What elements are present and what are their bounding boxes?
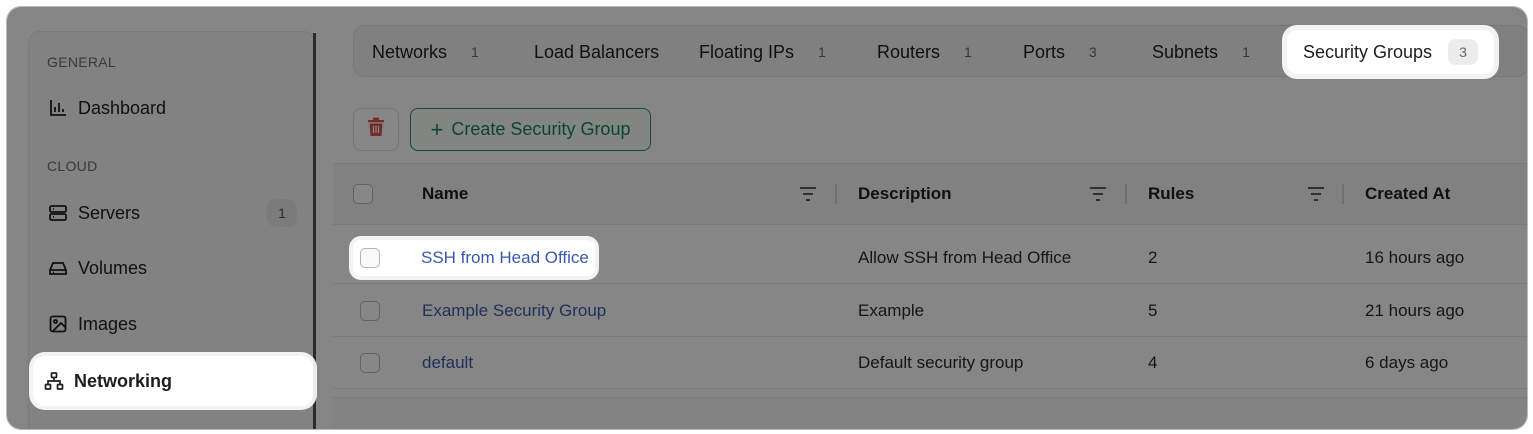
trash-icon [367,117,385,142]
tab-label: Routers [877,41,941,62]
row-checkbox[interactable] [360,248,380,268]
column-divider[interactable] [1342,184,1344,204]
table-row[interactable]: SSH from Head Office Allow SSH from Head… [333,232,1527,284]
tab-label: Security Groups [1303,41,1433,62]
tab-routers[interactable]: Routers 1 [877,26,972,78]
plus-icon: + [430,116,444,142]
tab-count: 3 [1448,39,1479,65]
security-group-name-link[interactable]: Example Security Group [422,285,606,337]
tab-floating-ips[interactable]: Floating IPs 1 [699,26,826,78]
tab-label: Floating IPs [699,41,795,62]
column-header-rules[interactable]: Rules [1148,164,1194,224]
sidebar-item-dashboard[interactable]: Dashboard [37,87,307,129]
table-row[interactable]: default Default security group 4 6 days … [333,337,1527,389]
create-security-group-button[interactable]: + Create Security Group [410,108,651,151]
sidebar-item-label: Volumes [78,257,148,278]
filter-icon[interactable] [799,186,817,202]
tab-label: Subnets [1152,41,1219,62]
column-header-description[interactable]: Description [858,164,952,224]
created-at-cell: 16 hours ago [1365,248,1465,267]
sidebar-item-servers[interactable]: Servers 1 [37,192,307,234]
rules-cell: 2 [1148,248,1158,267]
table-row[interactable]: Example Security Group Example 5 21 hour… [333,285,1527,337]
tab-ports[interactable]: Ports 3 [1023,26,1097,78]
section-label-cloud: CLOUD [47,158,98,174]
delete-button[interactable] [353,108,399,151]
network-icon [44,371,64,391]
tab-subnets[interactable]: Subnets 1 [1152,26,1250,78]
security-group-name-link[interactable]: SSH from Head Office [421,240,589,276]
table-footer [333,397,1527,429]
sidebar-item-label: Images [78,313,138,334]
row-checkbox[interactable] [360,301,380,321]
select-all-checkbox[interactable] [353,184,373,204]
tab-load-balancers[interactable]: Load Balancers [534,26,659,78]
sidebar: GENERAL Dashboard CLOUD Servers 1 Volume… [7,7,333,429]
column-divider[interactable] [1125,184,1127,204]
create-button-label: Create Security Group [451,119,631,139]
image-icon [48,314,68,334]
description-cell: Allow SSH from Head Office [858,248,1072,267]
sidebar-item-volumes[interactable]: Volumes [37,247,307,289]
description-cell: Example [858,301,925,320]
created-at-cell: 21 hours ago [1365,301,1465,320]
security-group-name-link[interactable]: default [422,337,473,389]
tab-label: Load Balancers [534,41,660,62]
app-window: GENERAL Dashboard CLOUD Servers 1 Volume… [7,7,1527,429]
column-header-name[interactable]: Name [422,164,468,224]
tab-label: Networks [372,41,448,62]
sidebar-item-label: Dashboard [78,97,167,118]
row-checkbox[interactable] [360,353,380,373]
rules-cell: 4 [1148,353,1158,372]
section-label-general: GENERAL [47,54,117,70]
sidebar-divider [313,33,316,429]
highlighted-name-cell: SSH from Head Office [353,240,595,276]
tab-security-groups[interactable]: Security Groups 3 [1287,30,1495,74]
table-header: Name Description Rules Created At [333,163,1527,225]
sidebar-item-networking[interactable]: Networking [33,356,313,406]
description-cell: Default security group [858,353,1024,372]
sidebar-item-images[interactable]: Images [37,303,307,345]
filter-icon[interactable] [1089,186,1107,202]
tab-count: 3 [1089,44,1097,60]
hard-drive-icon [48,258,68,278]
server-icon [48,203,68,223]
created-at-cell: 6 days ago [1365,353,1449,372]
rules-cell: 5 [1148,301,1158,320]
tab-count: 1 [1242,44,1250,60]
bar-chart-icon [48,98,68,118]
main-content: Networks 1 Load Balancers Floating IPs 1… [333,7,1527,429]
tab-networks[interactable]: Networks 1 [372,26,479,78]
column-divider[interactable] [835,184,837,204]
sidebar-item-label: Networking [74,370,173,391]
sidebar-item-label: Servers [78,202,141,223]
tab-count: 1 [818,44,826,60]
column-header-created-at[interactable]: Created At [1365,164,1450,224]
tab-bar: Networks 1 Load Balancers Floating IPs 1… [353,25,1527,77]
tab-count: 1 [964,44,972,60]
servers-count-badge: 1 [267,199,297,227]
tab-label: Ports [1023,41,1066,62]
tab-count: 1 [471,44,479,60]
filter-icon[interactable] [1307,186,1325,202]
